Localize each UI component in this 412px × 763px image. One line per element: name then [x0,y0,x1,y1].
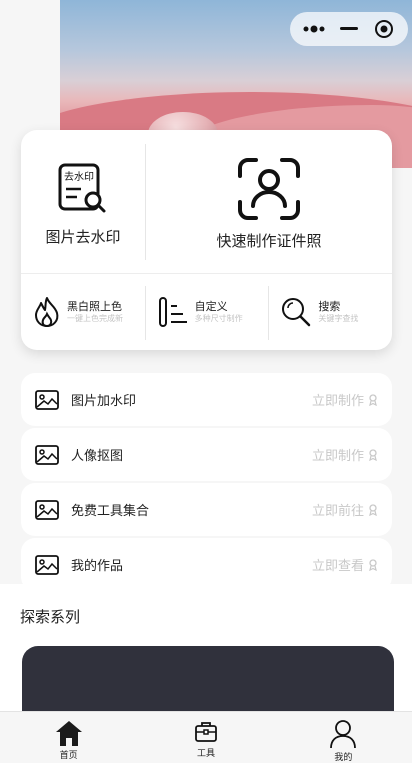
target-close-icon[interactable] [370,15,398,43]
image-icon [35,389,59,410]
list-item-label: 免费工具集合 [71,504,150,519]
medal-icon [369,503,377,516]
tab-tools[interactable]: 工具 [137,712,274,763]
watermark-remove-button[interactable]: 去水印 图片去水印 [21,130,145,272]
list-item-action[interactable]: 立即前往 [312,500,364,519]
colorize-bw-photo-button[interactable]: 黑白照上色 一键上色完成新 [21,274,145,350]
custom-title: 自定义 [194,300,228,314]
medal-icon [369,393,377,406]
list-item-label: 人像抠图 [71,449,124,464]
custom-size-icon [158,297,187,327]
list-item-free-tools[interactable]: 免费工具集合 立即前往 [21,483,392,536]
list-item-add-watermark[interactable]: 图片加水印 立即制作 [21,373,392,426]
list-item-label: 我的作品 [71,559,124,574]
search-subtitle: 关键字查找 [318,313,359,323]
user-icon [330,720,357,749]
explore-title: 探索系列 [20,608,81,626]
minimize-icon[interactable] [335,15,363,43]
medal-icon [369,558,377,571]
image-icon [35,554,59,575]
home-icon [55,721,82,746]
id-photo-label: 快速制作证件照 [216,232,322,250]
image-icon [35,499,59,520]
image-icon [35,444,59,465]
list-item-action[interactable]: 立即制作 [312,390,364,409]
colorize-subtitle: 一键上色完成新 [67,313,123,323]
bottom-tab-bar: 首页 工具 我的 [0,711,412,763]
tab-label: 我的 [334,753,353,763]
custom-size-button[interactable]: 自定义 多种尺寸制作 [144,274,269,350]
id-photo-button[interactable]: 快速制作证件照 [146,130,392,272]
search-icon [282,298,311,327]
watermark-remove-icon: 去水印 [58,163,106,213]
tab-mine[interactable]: 我的 [275,712,412,763]
toolbox-icon [195,722,217,742]
feature-card: 去水印 图片去水印 快速制作证件照 黑白照上色 一键上色完成新 自定义 多种尺寸… [21,130,392,350]
list-item-action[interactable]: 立即查看 [312,555,364,574]
list-item-label: 图片加水印 [71,394,137,409]
capsule-menu [290,12,408,46]
small-tools-row: 黑白照上色 一键上色完成新 自定义 多种尺寸制作 搜索 关键字查找 [21,274,392,350]
search-title: 搜索 [318,300,341,314]
list-item-action[interactable]: 立即制作 [312,445,364,464]
tab-label: 首页 [59,751,78,761]
medal-icon [369,448,377,461]
tab-home[interactable]: 首页 [0,712,137,763]
watermark-remove-label: 图片去水印 [45,228,121,246]
flame-icon [35,297,59,328]
tab-label: 工具 [196,749,215,759]
search-tool-button[interactable]: 搜索 关键字查找 [268,274,392,350]
svg-text:去水印: 去水印 [64,171,94,183]
custom-subtitle: 多种尺寸制作 [194,313,243,323]
explore-section: 探索系列 [0,584,412,726]
id-photo-user-scan-icon [238,158,300,220]
colorize-title: 黑白照上色 [67,300,122,314]
list-item-portrait-cutout[interactable]: 人像抠图 立即制作 [21,428,392,481]
more-dots-icon[interactable] [300,15,328,43]
